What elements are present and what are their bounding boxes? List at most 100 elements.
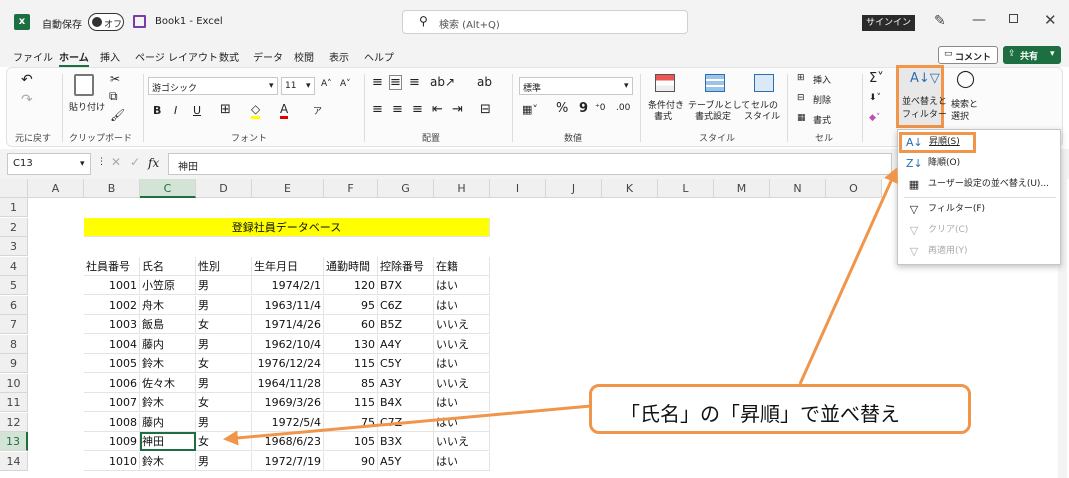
tab-review[interactable]: 校閲: [294, 49, 314, 64]
decrease-decimal-icon[interactable]: .00: [616, 103, 630, 113]
data-cell[interactable]: はい: [434, 276, 490, 295]
data-cell[interactable]: 女: [196, 432, 252, 451]
row-header-8[interactable]: 8: [0, 334, 28, 354]
increase-decimal-icon[interactable]: ⁺0: [595, 103, 605, 113]
header-cell[interactable]: 性別: [196, 256, 252, 276]
column-header-m[interactable]: M: [714, 179, 770, 198]
tab-insert[interactable]: 挿入: [100, 49, 120, 64]
header-cell[interactable]: 在籍: [434, 256, 490, 276]
column-header-c[interactable]: C: [140, 179, 196, 198]
column-header-o[interactable]: O: [826, 179, 882, 198]
data-cell[interactable]: A3Y: [378, 373, 434, 393]
column-header-k[interactable]: K: [602, 179, 658, 198]
percent-icon[interactable]: %: [556, 101, 568, 116]
clear-icon[interactable]: ◆˅: [869, 113, 880, 123]
data-cell[interactable]: 男: [196, 412, 252, 432]
orientation-icon[interactable]: ab↗: [430, 75, 455, 89]
data-cell[interactable]: 1969/3/26: [252, 393, 324, 412]
fill-color-icon[interactable]: ◇: [251, 102, 261, 119]
name-cell[interactable]: 鈴木: [140, 393, 196, 412]
column-header-i[interactable]: I: [490, 179, 546, 198]
row-header-1[interactable]: 1: [0, 198, 28, 217]
data-cell[interactable]: 60: [324, 315, 378, 334]
font-name-select[interactable]: 游ゴシック ▾: [148, 77, 278, 95]
data-cell[interactable]: B3X: [378, 432, 434, 451]
data-cell[interactable]: 男: [196, 451, 252, 471]
tab-home[interactable]: ホーム: [59, 49, 89, 67]
row-header-6[interactable]: 6: [0, 295, 28, 315]
data-cell[interactable]: 1971/4/26: [252, 315, 324, 334]
tab-data[interactable]: データ: [253, 49, 283, 64]
confirm-entry-icon[interactable]: ✓: [130, 155, 140, 169]
column-header-n[interactable]: N: [770, 179, 826, 198]
row-header-4[interactable]: 4: [0, 256, 28, 276]
name-cell[interactable]: 小笠原: [140, 276, 196, 295]
data-cell[interactable]: 女: [196, 315, 252, 334]
font-size-select[interactable]: 11 ▾: [281, 77, 315, 95]
table-format-label-2[interactable]: 書式設定: [695, 109, 731, 122]
data-cell[interactable]: はい: [434, 354, 490, 373]
data-cell[interactable]: 1972/7/19: [252, 451, 324, 471]
active-cell[interactable]: 神田: [140, 432, 196, 451]
data-cell[interactable]: いいえ: [434, 315, 490, 334]
insert-function-icon[interactable]: fx: [148, 156, 159, 170]
align-left-icon[interactable]: ≡: [372, 102, 383, 117]
row-header-11[interactable]: 11: [0, 393, 28, 412]
cancel-entry-icon[interactable]: ✕: [111, 155, 121, 169]
format-cells-icon[interactable]: ▦: [797, 113, 806, 123]
data-cell[interactable]: 85: [324, 373, 378, 393]
cut-icon[interactable]: ✂: [110, 72, 120, 86]
search-box[interactable]: ⚲ 検索 (Alt+Q): [402, 10, 688, 34]
data-cell[interactable]: 1002: [84, 295, 140, 315]
data-cell[interactable]: A5Y: [378, 451, 434, 471]
signin-button[interactable]: サインイン: [862, 15, 915, 31]
data-cell[interactable]: いいえ: [434, 334, 490, 354]
reapply-item[interactable]: ▽ 再適用(Y): [898, 241, 1062, 262]
column-header-l[interactable]: L: [658, 179, 714, 198]
row-header-2[interactable]: 2: [0, 217, 28, 237]
data-cell[interactable]: 1007: [84, 393, 140, 412]
align-bottom-icon[interactable]: ≡: [409, 75, 420, 90]
restore-icon[interactable]: [1009, 14, 1018, 23]
data-cell[interactable]: 1962/10/4: [252, 334, 324, 354]
close-icon[interactable]: ✕: [1044, 11, 1057, 29]
conditional-format-icon[interactable]: [655, 74, 675, 92]
undo-icon[interactable]: ↶: [21, 72, 33, 88]
data-cell[interactable]: はい: [434, 295, 490, 315]
formula-input[interactable]: 神田: [168, 153, 892, 175]
tab-formulas[interactable]: 数式: [219, 49, 239, 64]
find-select-icon[interactable]: ◯: [956, 69, 975, 89]
font-color-icon[interactable]: A: [280, 102, 289, 119]
row-header-3[interactable]: 3: [0, 237, 28, 256]
insert-cells-icon[interactable]: ⊞: [797, 73, 805, 83]
data-cell[interactable]: C5Y: [378, 354, 434, 373]
data-cell[interactable]: 75: [324, 412, 378, 432]
tab-file[interactable]: ファイル: [13, 49, 53, 64]
comma-icon[interactable]: 9: [579, 101, 588, 116]
data-cell[interactable]: 男: [196, 334, 252, 354]
row-header-10[interactable]: 10: [0, 373, 28, 393]
find-select-label-2[interactable]: 選択: [951, 109, 969, 122]
number-format-select[interactable]: 標準 ▾: [519, 77, 633, 95]
table-format-icon[interactable]: [705, 74, 725, 92]
data-cell[interactable]: 1968/6/23: [252, 432, 324, 451]
data-cell[interactable]: 120: [324, 276, 378, 295]
data-cell[interactable]: C6Z: [378, 295, 434, 315]
column-header-g[interactable]: G: [378, 179, 434, 198]
merge-center-icon[interactable]: ⊟: [480, 102, 491, 117]
align-top-icon[interactable]: ≡: [372, 75, 383, 90]
row-header-14[interactable]: 14: [0, 451, 28, 471]
border-icon[interactable]: ⊞: [220, 102, 231, 117]
data-cell[interactable]: 男: [196, 295, 252, 315]
cell-style-icon[interactable]: [754, 74, 774, 92]
column-header-f[interactable]: F: [324, 179, 378, 198]
data-cell[interactable]: 115: [324, 393, 378, 412]
data-cell[interactable]: 1005: [84, 354, 140, 373]
redo-icon[interactable]: ↷: [21, 92, 33, 108]
pen-icon[interactable]: ✎: [934, 13, 946, 29]
header-cell[interactable]: 控除番号: [378, 256, 434, 276]
data-cell[interactable]: B5Z: [378, 315, 434, 334]
minimize-icon[interactable]: —: [972, 12, 986, 28]
data-cell[interactable]: 女: [196, 393, 252, 412]
name-box[interactable]: C13 ▾: [7, 153, 91, 175]
